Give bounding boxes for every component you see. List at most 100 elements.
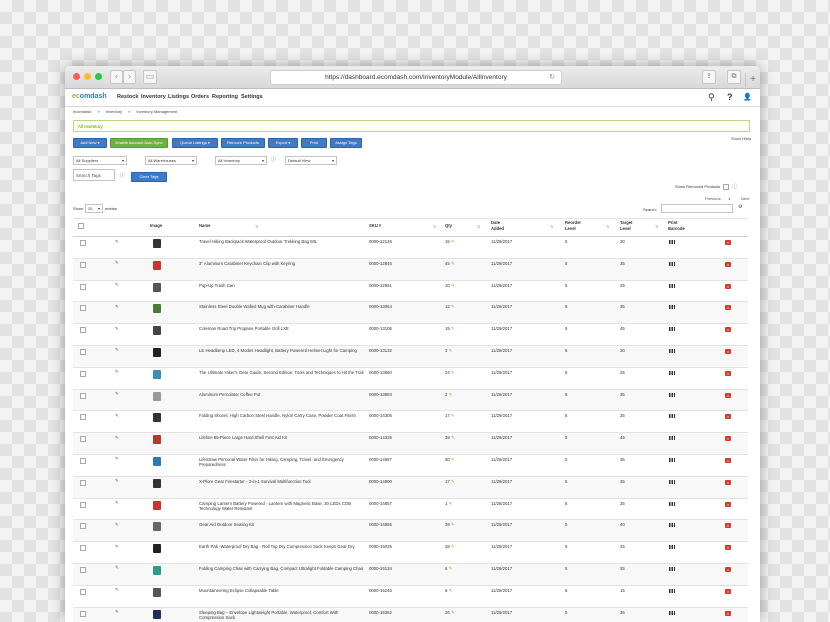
help-icon[interactable]: ⓘ — [271, 156, 276, 163]
pencil-icon[interactable]: ✎ — [451, 283, 455, 288]
product-qty[interactable]: 24 ✎ — [445, 370, 455, 376]
row-checkbox[interactable] — [80, 479, 86, 486]
row-checkbox[interactable] — [80, 566, 86, 573]
barcode-icon[interactable] — [669, 588, 675, 593]
barcode-icon[interactable] — [669, 566, 675, 571]
delete-icon[interactable]: × — [725, 523, 731, 529]
table-row[interactable]: ✎ Travel Hiking Backpack Waterproof Outdo… — [73, 237, 748, 259]
print-button[interactable]: Print — [301, 138, 327, 148]
inventory-select[interactable]: All Inventory ▾ — [215, 156, 267, 165]
product-thumbnail[interactable] — [153, 565, 161, 575]
edit-icon[interactable]: ✎ — [115, 347, 119, 353]
product-thumbnail[interactable] — [153, 347, 161, 357]
product-qty[interactable]: 39 ✎ — [445, 522, 455, 528]
table-search-input[interactable] — [661, 204, 733, 213]
barcode-icon[interactable] — [669, 610, 675, 615]
edit-icon[interactable]: ✎ — [115, 326, 119, 332]
clear-tags-button[interactable]: Clear Tags — [131, 172, 167, 182]
table-row[interactable]: ✎ 3" Aluminum Carabiner Keychain Clip wit… — [73, 258, 748, 281]
sort-icon[interactable]: ⇅ — [477, 224, 481, 229]
delete-icon[interactable]: × — [725, 588, 731, 594]
row-checkbox[interactable] — [80, 283, 86, 290]
product-thumbnail[interactable] — [153, 391, 161, 401]
row-checkbox[interactable] — [80, 348, 86, 355]
product-thumbnail[interactable] — [153, 239, 161, 248]
barcode-icon[interactable] — [669, 501, 675, 506]
nav-restock[interactable]: Restock — [117, 94, 138, 100]
row-checkbox[interactable] — [80, 240, 86, 246]
ecomdash-logo[interactable]: ecomdash — [72, 93, 107, 100]
barcode-icon[interactable] — [669, 414, 675, 419]
table-row[interactable]: ✎ Folding Shovel, High Carbon Steel Handl… — [73, 411, 748, 434]
table-row[interactable]: ✎ Folding Camping Chair with Carrying Bag… — [73, 563, 748, 586]
table-row[interactable]: ✎ The Ultimate Hiker's Gear Guide, Second… — [73, 368, 748, 390]
barcode-icon[interactable] — [669, 479, 675, 484]
product-thumbnail[interactable] — [153, 260, 161, 270]
search-tags-input[interactable]: Search Tags — [73, 169, 115, 181]
edit-icon[interactable]: ✎ — [115, 544, 119, 550]
row-checkbox[interactable] — [80, 261, 86, 268]
product-name[interactable]: 3" Aluminum Carabiner Keychain Clip with… — [199, 261, 364, 266]
barcode-icon[interactable] — [669, 545, 675, 550]
product-name[interactable]: The Ultimate Hiker's Gear Guide, Second … — [199, 370, 364, 375]
row-checkbox[interactable] — [80, 523, 86, 530]
product-name[interactable]: Lifeline 85-Piece Large Hard Shell First… — [199, 435, 364, 440]
row-checkbox[interactable] — [80, 370, 86, 377]
pencil-icon[interactable]: ✎ — [451, 261, 455, 266]
column-reorder-level[interactable]: Reorder Level — [565, 220, 589, 231]
product-name[interactable]: Travel Hiking Backpack Waterproof Outdoo… — [199, 239, 364, 244]
column-target-level[interactable]: Target Level — [620, 220, 640, 231]
delete-icon[interactable]: × — [725, 610, 731, 616]
product-qty[interactable]: 19 ✎ — [445, 326, 455, 332]
table-row[interactable]: ✎ LE Headlamp LED, 4 Modes Headlight, Bat… — [73, 345, 748, 368]
pencil-icon[interactable]: ✎ — [449, 588, 453, 593]
column-qty[interactable]: Qty — [445, 223, 452, 229]
pencil-icon[interactable]: ✎ — [449, 566, 453, 571]
sort-icon[interactable]: ⇅ — [606, 224, 610, 229]
product-qty[interactable]: 60 ✎ — [445, 457, 455, 463]
table-row[interactable]: ✎ Sleeping Bag – Envelope Lightweight Por… — [73, 607, 748, 622]
product-name[interactable]: Folding Camping Chair with Carrying Bag,… — [199, 566, 364, 571]
edit-icon[interactable]: ✎ — [115, 413, 119, 419]
product-thumbnail[interactable] — [153, 282, 161, 292]
row-checkbox[interactable] — [80, 457, 86, 464]
nav-inventory[interactable]: Inventory — [141, 94, 166, 100]
delete-icon[interactable]: × — [725, 261, 731, 267]
edit-icon[interactable]: ✎ — [115, 239, 119, 245]
pencil-icon[interactable]: ✎ — [451, 326, 455, 331]
add-new-button[interactable]: Add New ▾ — [73, 138, 107, 148]
sidebar-icon[interactable]: ▭ — [143, 70, 157, 84]
forward-button[interactable]: › — [123, 70, 136, 84]
edit-icon[interactable]: ✎ — [115, 522, 119, 528]
delete-icon[interactable]: × — [725, 436, 731, 442]
product-thumbnail[interactable] — [153, 413, 161, 423]
product-qty[interactable]: 10 ✎ — [445, 283, 455, 289]
product-qty[interactable]: 3 ✎ — [445, 348, 452, 354]
delete-icon[interactable]: × — [725, 392, 731, 398]
table-row[interactable]: ✎ Pop-Up Trash Can 0000-12951 10 ✎ 11/29/201… — [73, 281, 748, 303]
table-row[interactable]: ✎ Earth Pak -Waterproof Dry Bag - Roll To… — [73, 542, 748, 564]
pencil-icon[interactable]: ✎ — [451, 479, 455, 484]
sort-icon[interactable]: ⇅ — [550, 224, 554, 229]
product-qty[interactable]: 17 ✎ — [445, 413, 455, 419]
new-tab-button[interactable]: + — [745, 73, 760, 87]
nav-settings[interactable]: Settings — [241, 94, 263, 100]
barcode-icon[interactable] — [669, 283, 675, 288]
help-icon[interactable]: ⓘ — [120, 172, 125, 179]
user-icon[interactable]: 👤 — [743, 93, 752, 101]
product-name[interactable]: Camping Lantern Battery Powered - Lanter… — [199, 501, 364, 511]
delete-icon[interactable]: × — [725, 283, 731, 289]
product-thumbnail[interactable] — [153, 304, 161, 314]
edit-icon[interactable]: ✎ — [115, 260, 119, 266]
remove-products-button[interactable]: Remove Products — [221, 138, 265, 148]
table-row[interactable]: ✎ Stainless Steel Double Walled Mug with … — [73, 302, 748, 325]
delete-icon[interactable]: × — [725, 457, 731, 463]
nav-listings[interactable]: Listings — [168, 94, 189, 100]
maximize-window-button[interactable] — [95, 73, 102, 80]
delete-icon[interactable]: × — [725, 348, 731, 354]
breadcrumb-inventory[interactable]: Inventory — [106, 109, 122, 114]
table-row[interactable]: ✎ Mountaineering Eclipse Collapsable Tabl… — [73, 586, 748, 608]
column-date-added[interactable]: Date Added — [491, 220, 513, 231]
product-thumbnail[interactable] — [153, 500, 161, 510]
show-removed-checkbox[interactable] — [723, 184, 729, 190]
